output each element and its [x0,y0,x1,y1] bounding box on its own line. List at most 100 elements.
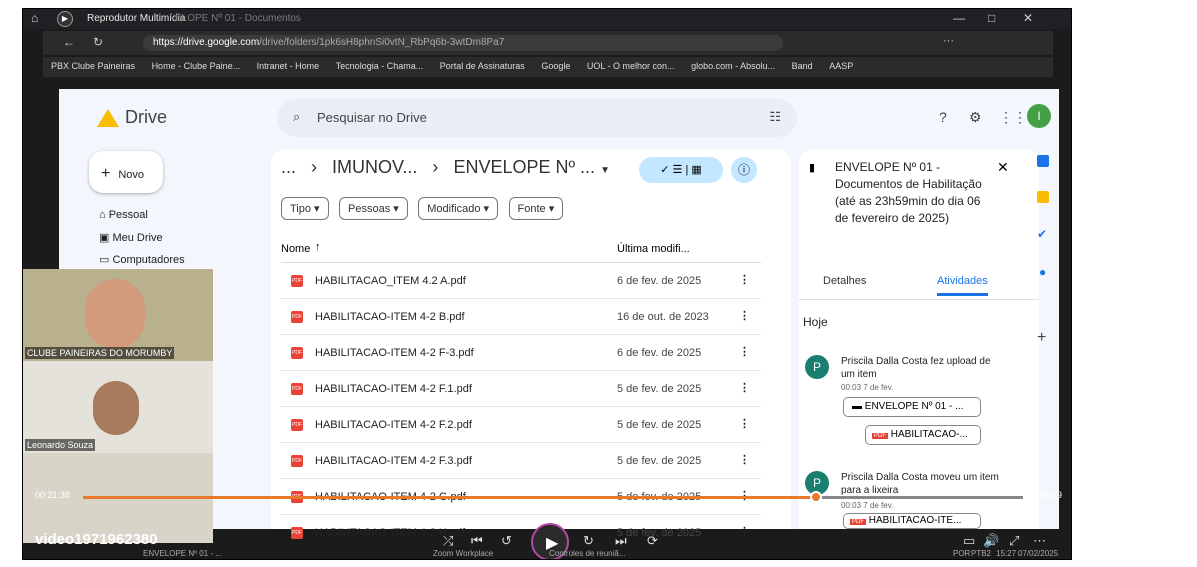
view-toggle[interactable]: ✓ ☰ | ▦ [639,157,723,183]
table-row[interactable]: PDF HABILITACAO-ITEM 4-2 B.pdf 16 de out. … [281,299,761,335]
taskbar-item[interactable]: Controles de reuniã... [549,549,626,558]
remaining-time: 00:06:29 [1027,490,1063,500]
language-indicator-2[interactable]: PTB2 [971,549,991,558]
bookmark[interactable]: AASP [829,61,853,71]
sidebar-item-meu-drive[interactable]: ▣ Meu Drive [99,231,163,244]
bookmarks-bar: PBX Clube Paineiras Home - Clube Paine..… [43,57,1053,77]
pdf-icon: PDF [291,455,303,467]
seek-bar[interactable] [83,491,1023,503]
webcam-tile: CLUBE PAINEIRAS DO MORUMBY [23,269,213,361]
bookmark[interactable]: Portal de Assinaturas [440,61,525,71]
filter-options-icon[interactable]: ☷ [769,109,781,125]
bookmark[interactable]: Tecnologia - Chama... [336,61,424,71]
minimize-icon[interactable]: — [953,11,965,25]
filter-tipo[interactable]: Tipo ▾ [281,197,329,220]
add-addon-icon[interactable]: + [1037,329,1046,347]
pdf-icon: PDF [291,347,303,359]
help-icon[interactable]: ? [939,109,947,125]
seek-progress [83,496,817,499]
sidebar-item-pessoal[interactable]: ⌂ Pessoal [99,209,148,221]
column-modified[interactable]: Última modifi... [617,243,690,255]
pdf-icon: PDF [291,311,303,323]
new-button[interactable]: + Novo [89,151,163,193]
breadcrumb-item[interactable]: IMUNOV... [332,157,417,177]
breadcrumb-more[interactable]: ... [281,157,296,177]
activity-file-chip[interactable]: PDF HABILITACAO-... [865,425,981,445]
url-field[interactable]: https://drive.google.com/drive/folders/1… [143,35,783,51]
more-icon[interactable]: ⋮ [739,345,750,358]
bookmark[interactable]: PBX Clube Paineiras [51,61,135,71]
clock-time[interactable]: 15:27 [996,549,1016,558]
home-icon: ⌂ [99,209,109,221]
taskbar-item[interactable]: ENVELOPE Nº 01 - ... [143,549,222,558]
bookmark[interactable]: Home - Clube Paine... [152,61,241,71]
table-row[interactable]: PDF HABILITACAO-ITEM 4-2 F.2.pdf 5 de fev.… [281,407,761,443]
filter-fonte[interactable]: Fonte ▾ [508,197,564,220]
more-icon[interactable]: ⋮ [739,525,750,538]
sidebar-item-computadores[interactable]: ▭ Computadores [99,253,185,266]
pdf-icon: PDF [291,527,303,539]
sort-arrow-icon[interactable]: ↑ [315,241,321,253]
column-name[interactable]: Nome [281,243,310,255]
taskbar-item[interactable]: Zoom Workplace [433,549,493,558]
search-icon: ⌕ [293,109,301,124]
maximize-icon[interactable]: □ [988,11,995,25]
participant-name: CLUBE PAINEIRAS DO MORUMBY [25,347,175,359]
apps-icon[interactable]: ⋮⋮ [999,109,1027,126]
pdf-icon: PDF [850,519,866,525]
contacts-icon[interactable]: ● [1039,265,1046,279]
bookmark[interactable]: Band [792,61,813,71]
home-icon[interactable]: ⌂ [31,11,38,25]
tab-details[interactable]: Detalhes [823,275,866,287]
gear-icon[interactable]: ⚙ [969,109,982,126]
more-icon[interactable]: ⋮ [739,273,750,286]
chevron-down-icon[interactable]: ▼ [600,165,610,176]
more-icon[interactable]: ⋮ [739,381,750,394]
drive-triangle-icon [97,109,119,128]
bookmark[interactable]: UOL - O melhor con... [587,61,675,71]
file-list-panel: ... › IMUNOV... › ENVELOPE Nº ... ▼ ✓ ☰ … [271,149,791,539]
more-icon[interactable]: ⋮ [739,309,750,322]
table-row[interactable]: PDF HABILITACAO-ITEM 4-2 F.1.pdf 5 de fev.… [281,371,761,407]
pdf-icon: PDF [291,275,303,287]
section-today: Hoje [803,315,828,329]
clock-date[interactable]: 07/02/2025 [1018,549,1058,558]
avatar[interactable]: I [1027,104,1051,128]
drive-icon: ▣ [99,232,113,244]
elapsed-time: 00:21:38 [35,490,71,500]
table-row[interactable]: PDF HABILITACAO_ITEM 4.2 A.pdf 6 de fev. d… [281,263,761,299]
more-icon[interactable]: ⋮ [739,453,750,466]
activity-file-chip[interactable]: PDF HABILITACAO-ITE... [843,513,981,529]
more-icon[interactable]: ⋮ [739,417,750,430]
info-icon[interactable]: ⓘ [731,157,757,183]
keep-icon[interactable] [1037,191,1049,203]
tasks-icon[interactable]: ✔ [1037,227,1047,241]
activity-folder-chip[interactable]: ▬ ENVELOPE Nº 01 - ... [843,397,981,417]
computer-icon: ▭ [99,254,113,266]
calendar-icon[interactable] [1037,155,1049,167]
address-bar: ← ↻ https://drive.google.com/drive/folde… [43,31,1053,55]
search-input[interactable]: ⌕ Pesquisar no Drive ☷ [277,99,797,137]
close-icon[interactable]: ✕ [997,159,1009,176]
breadcrumb-current[interactable]: ENVELOPE Nº ... [453,157,595,177]
player-title: Reprodutor Multimídia [87,13,186,24]
drive-logo[interactable]: Drive [97,107,167,128]
more-icon[interactable]: ··· [943,35,954,47]
bookmark[interactable]: Intranet - Home [257,61,320,71]
table-row[interactable]: PDF HABILITACAO-ITEM 4-2 F.3.pdf 5 de fev.… [281,443,761,479]
language-indicator[interactable]: POR [953,549,970,558]
activity-time: 00:03 7 de fev. [841,383,894,392]
pdf-icon: PDF [291,383,303,395]
filter-pessoas[interactable]: Pessoas ▾ [339,197,408,220]
close-icon[interactable]: ✕ [1023,11,1033,25]
table-row[interactable]: PDF HABILITACAO-ITEM 4-2 F-3.pdf 6 de fev.… [281,335,761,371]
back-icon[interactable]: ← [63,35,75,49]
participant-name: Leonardo Souza [25,439,96,451]
filter-chips: Tipo ▾ Pessoas ▾ Modificado ▾ Fonte ▾ [281,197,569,220]
reload-icon[interactable]: ↻ [93,35,103,49]
tab-activity[interactable]: Atividades [937,275,988,296]
filter-modificado[interactable]: Modificado ▾ [418,197,499,220]
table-row[interactable]: PDF HABILITACAO-ITEM 4-2 H.pdf 5 de fev. d… [281,515,761,551]
bookmark[interactable]: globo.com - Absolu... [691,61,775,71]
bookmark[interactable]: Google [541,61,570,71]
